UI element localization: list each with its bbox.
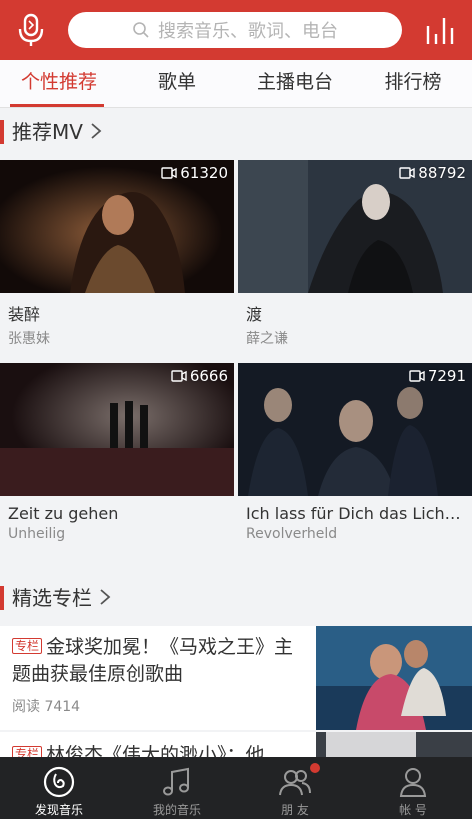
nav-label: 朋 友 <box>281 803 309 817</box>
nav-discover[interactable]: 发现音乐 <box>0 757 118 819</box>
column-text: 专栏 金球奖加冕！《马戏之王》主题曲获最佳原创歌曲 <box>12 634 308 688</box>
discover-icon <box>43 766 75 798</box>
mv-title: 渡 <box>246 305 263 324</box>
notification-dot <box>310 763 320 773</box>
mv-title: Zeit zu gehen <box>8 504 119 523</box>
mv-card[interactable]: 6666 Zeit zu gehen Unheilig <box>0 363 234 542</box>
mv-count-value: 61320 <box>180 164 228 182</box>
mv-card[interactable]: 7291 Ich lass für Dich das Licht... Revo… <box>238 363 472 542</box>
section-mv-header[interactable]: 推荐MV <box>0 108 472 154</box>
mv-artist: 薛之谦 <box>246 331 288 347</box>
section-marker <box>0 120 4 144</box>
mv-thumbnail[interactable]: 7291 <box>238 363 472 496</box>
section-mv-title: 推荐MV <box>12 120 83 144</box>
chevron-right-icon <box>91 122 102 139</box>
now-playing-icon[interactable] <box>424 14 456 46</box>
column-title-line: 专栏 金球奖加冕！《马戏之王》主题曲获最佳原创歌曲 <box>12 634 308 688</box>
video-icon <box>171 370 187 382</box>
mv-card[interactable]: 61320 装醉 张惠妹 <box>0 160 234 348</box>
tab-recommend[interactable]: 个性推荐 <box>0 60 118 108</box>
chevron-right-icon <box>100 588 111 605</box>
nav-label: 发现音乐 <box>34 803 83 817</box>
mv-title: Ich lass für Dich das Licht... <box>246 504 467 523</box>
mv-artist: 张惠妹 <box>8 331 50 347</box>
section-column-title-wrap: 精选专栏 <box>12 582 112 611</box>
search-input[interactable]: 搜索音乐、歌词、电台 <box>68 12 402 48</box>
mv-artist: Unheilig <box>8 526 66 542</box>
column-thumbnail[interactable] <box>316 626 472 730</box>
mv-play-count: 88792 <box>399 164 466 182</box>
column-read-count: 阅读 7414 <box>12 699 81 715</box>
mv-thumbnail[interactable]: 88792 <box>238 160 472 293</box>
section-column-header[interactable]: 精选专栏 <box>0 574 472 620</box>
column-article[interactable]: 专栏 金球奖加冕！《马戏之王》主题曲获最佳原创歌曲 阅读 7414 <box>0 626 472 730</box>
nav-friends[interactable]: 朋 友 <box>236 757 354 819</box>
mv-play-count: 6666 <box>171 367 228 385</box>
top-bar: 搜索音乐、歌词、电台 <box>0 0 472 60</box>
friends-icon <box>279 770 311 796</box>
tab-bar: 个性推荐 歌单 主播电台 排行榜 <box>0 60 472 108</box>
search-placeholder: 搜索音乐、歌词、电台 <box>158 21 338 42</box>
column-badge: 专栏 <box>12 638 43 654</box>
mv-count-value: 7291 <box>427 367 466 385</box>
search-icon <box>133 22 149 38</box>
music-note-icon <box>163 767 189 796</box>
mv-play-count: 7291 <box>409 367 466 385</box>
mv-thumbnail[interactable]: 61320 <box>0 160 234 293</box>
section-mv-title-wrap: 推荐MV <box>12 116 103 145</box>
tab-radio[interactable]: 主播电台 <box>236 60 354 108</box>
nav-label: 帐 号 <box>399 803 427 817</box>
video-icon <box>399 167 415 179</box>
bottom-navigation: 发现音乐 我的音乐 朋 友 帐 号 <box>0 757 472 819</box>
video-icon <box>409 370 425 382</box>
mv-artist: Revolverheld <box>246 526 338 542</box>
mv-play-count: 61320 <box>161 164 228 182</box>
nav-my-music[interactable]: 我的音乐 <box>118 757 236 819</box>
mv-title: 装醉 <box>8 305 41 324</box>
microphone-icon[interactable] <box>14 12 48 48</box>
app-root: 搜索音乐、歌词、电台 个性推荐 歌单 主播电台 排行榜 推荐MV 61320 装… <box>0 0 472 819</box>
column-title: 金球奖加冕！《马戏之王》主题曲获最佳原创歌曲 <box>12 636 294 685</box>
tab-active-indicator <box>10 104 104 107</box>
account-icon <box>399 768 427 797</box>
section-column-title: 精选专栏 <box>12 586 92 610</box>
video-icon <box>161 167 177 179</box>
mv-count-value: 6666 <box>189 367 228 385</box>
section-marker <box>0 586 4 610</box>
nav-label: 我的音乐 <box>152 803 201 817</box>
tab-playlists[interactable]: 歌单 <box>118 60 236 108</box>
mv-count-value: 88792 <box>418 164 466 182</box>
mv-thumbnail[interactable]: 6666 <box>0 363 234 496</box>
tab-charts[interactable]: 排行榜 <box>354 60 472 108</box>
nav-account[interactable]: 帐 号 <box>354 757 472 819</box>
mv-card[interactable]: 88792 渡 薛之谦 <box>238 160 472 348</box>
